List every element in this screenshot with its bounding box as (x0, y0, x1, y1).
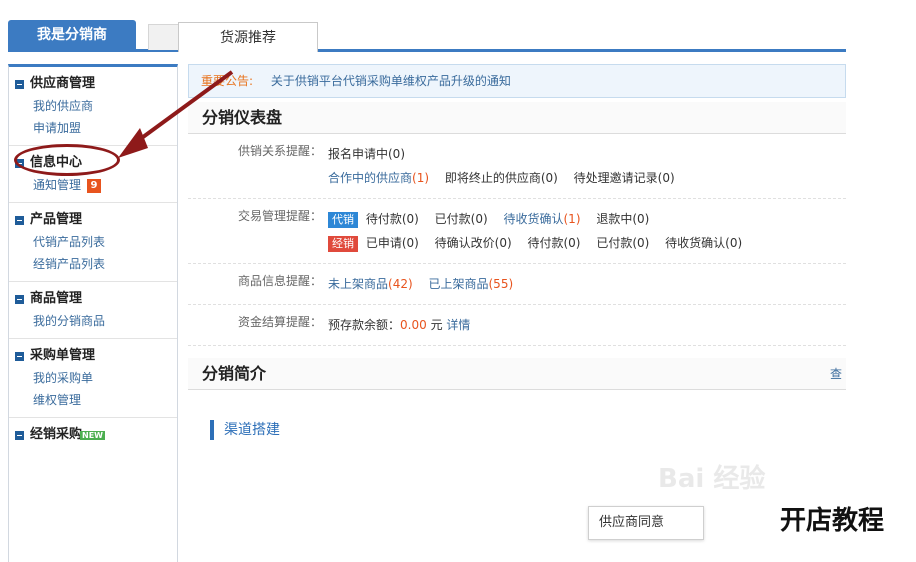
item-label: 通知管理 (33, 178, 82, 192)
notice-bar: 重要公告: 关于供销平台代销采购单维权产品升级的通知 (188, 64, 846, 98)
sidebar: 供应商管理 我的供应商 申请加盟 信息中心 通知管理 9 产品管理 代销产品列表 … (8, 64, 178, 562)
sidebar-group-title[interactable]: 采购单管理 (15, 345, 177, 367)
link-text: 合作中的供应商 (328, 171, 413, 185)
dist-price-link[interactable]: 待确认改价(0) (435, 236, 512, 250)
dist-tag: 经销 (328, 236, 358, 252)
collapse-icon (15, 294, 24, 304)
sidebar-group-title[interactable]: 产品管理 (15, 209, 177, 231)
dist-paid-link[interactable]: 已付款(0) (596, 236, 649, 250)
balance-amount: 0.00 (400, 318, 427, 332)
consign-refund-link[interactable]: 退款中(0) (596, 212, 649, 226)
consign-confirm-link[interactable]: 待收货确认(1) (503, 212, 580, 226)
goods-reminder-row: 商品信息提醒： 未上架商品(42) 已上架商品(55) (188, 264, 846, 305)
listed-goods-link[interactable]: 已上架商品(55) (428, 277, 513, 291)
pending-application-link[interactable]: 报名申请中(0) (328, 147, 405, 161)
top-tabs: 我是分销商 货源推荐 (8, 12, 846, 52)
trade-reminder-row: 交易管理提醒： 代销 待付款(0) 已付款(0) 待收货确认(1) 退款中(0)… (188, 199, 846, 264)
link-text: 待收货确认 (503, 212, 564, 226)
invite-records-link[interactable]: 待处理邀请记录(0) (574, 171, 675, 185)
sidebar-item-my-purchases[interactable]: 我的采购单 (15, 367, 177, 389)
sidebar-item-my-dist-goods[interactable]: 我的分销商品 (15, 310, 177, 332)
dashboard-title: 分销仪表盘 (188, 102, 846, 134)
count: (42) (388, 277, 413, 291)
consign-pay-link[interactable]: 待付款(0) (366, 212, 419, 226)
balance-unit: 元 (430, 318, 443, 332)
dist-confirm-link[interactable]: 待收货确认(0) (665, 236, 742, 250)
tab-distributor[interactable]: 我是分销商 (8, 20, 136, 52)
unlisted-goods-link[interactable]: 未上架商品(42) (328, 277, 413, 291)
dist-pay-link[interactable]: 待付款(0) (527, 236, 580, 250)
count: (1) (563, 212, 581, 226)
dist-applied-link[interactable]: 已申请(0) (366, 236, 419, 250)
group-label: 供应商管理 (30, 76, 96, 91)
count: (55) (488, 277, 514, 291)
balance-label: 预存款余额： (328, 318, 401, 332)
link-text: 已上架商品 (428, 277, 489, 291)
link-text: 未上架商品 (328, 277, 389, 291)
channel-building-heading: 渠道搭建 (210, 420, 846, 440)
sidebar-group-purchase: 采购单管理 我的采购单 维权管理 (9, 339, 177, 418)
consign-tag: 代销 (328, 212, 358, 228)
tab-source-recommend[interactable]: 货源推荐 (178, 22, 318, 52)
group-label: 采购单管理 (30, 348, 96, 363)
notice-label: 重要公告: (201, 74, 254, 88)
sidebar-item-consign-products[interactable]: 代销产品列表 (15, 231, 177, 253)
sidebar-item-rights[interactable]: 维权管理 (15, 389, 177, 411)
balance-detail-link[interactable]: 详情 (446, 318, 470, 332)
collapse-icon (15, 351, 24, 361)
row-label: 交易管理提醒： (237, 209, 322, 223)
overlay-caption: 开店教程 (780, 506, 885, 536)
sidebar-group-goods: 商品管理 我的分销商品 (9, 282, 177, 339)
ending-suppliers-link[interactable]: 即将终止的供应商(0) (445, 171, 558, 185)
group-label: 经销采购 (30, 427, 83, 442)
group-label: 产品管理 (30, 212, 83, 227)
collapse-icon (15, 79, 24, 89)
supplier-reminder-row: 供销关系提醒： 报名申请中(0) 合作中的供应商(1) 即将终止的供应商(0) … (188, 134, 846, 199)
highlight-oval (14, 144, 120, 176)
sidebar-item-apply-join[interactable]: 申请加盟 (15, 117, 177, 139)
sidebar-group-product: 产品管理 代销产品列表 经销产品列表 (9, 203, 177, 282)
row-label: 商品信息提醒： (237, 274, 322, 288)
sidebar-group-title[interactable]: 商品管理 (15, 288, 177, 310)
sidebar-item-notifications[interactable]: 通知管理 9 (15, 174, 177, 196)
sidebar-item-dist-products[interactable]: 经销产品列表 (15, 253, 177, 275)
intro-title: 分销简介 查 (188, 358, 846, 390)
tooltip-popup: 供应商同意 (588, 506, 704, 540)
sidebar-group-dist-purchase: 经销采购 NEW (9, 418, 177, 452)
sidebar-group-supplier: 供应商管理 我的供应商 申请加盟 (9, 67, 177, 146)
fund-reminder-row: 资金结算提醒： 预存款余额：0.00 元 详情 (188, 305, 846, 346)
intro-view-link[interactable]: 查 (830, 358, 842, 390)
sidebar-item-my-suppliers[interactable]: 我的供应商 (15, 95, 177, 117)
collapse-icon (15, 430, 24, 440)
notification-count-badge: 9 (87, 178, 102, 193)
cooperating-suppliers-link[interactable]: 合作中的供应商(1) (328, 171, 429, 185)
intro-title-text: 分销简介 (202, 364, 267, 383)
notice-link[interactable]: 关于供销平台代销采购单维权产品升级的通知 (271, 74, 511, 88)
sidebar-group-title[interactable]: 经销采购 NEW (15, 424, 177, 446)
consign-paid-link[interactable]: 已付款(0) (435, 212, 488, 226)
collapse-icon (15, 215, 24, 225)
row-label: 资金结算提醒： (237, 315, 322, 329)
new-badge: NEW (80, 430, 105, 440)
row-label: 供销关系提醒： (237, 144, 322, 158)
sidebar-group-title[interactable]: 供应商管理 (15, 73, 177, 95)
group-label: 商品管理 (30, 291, 83, 306)
count: (1) (412, 171, 430, 185)
